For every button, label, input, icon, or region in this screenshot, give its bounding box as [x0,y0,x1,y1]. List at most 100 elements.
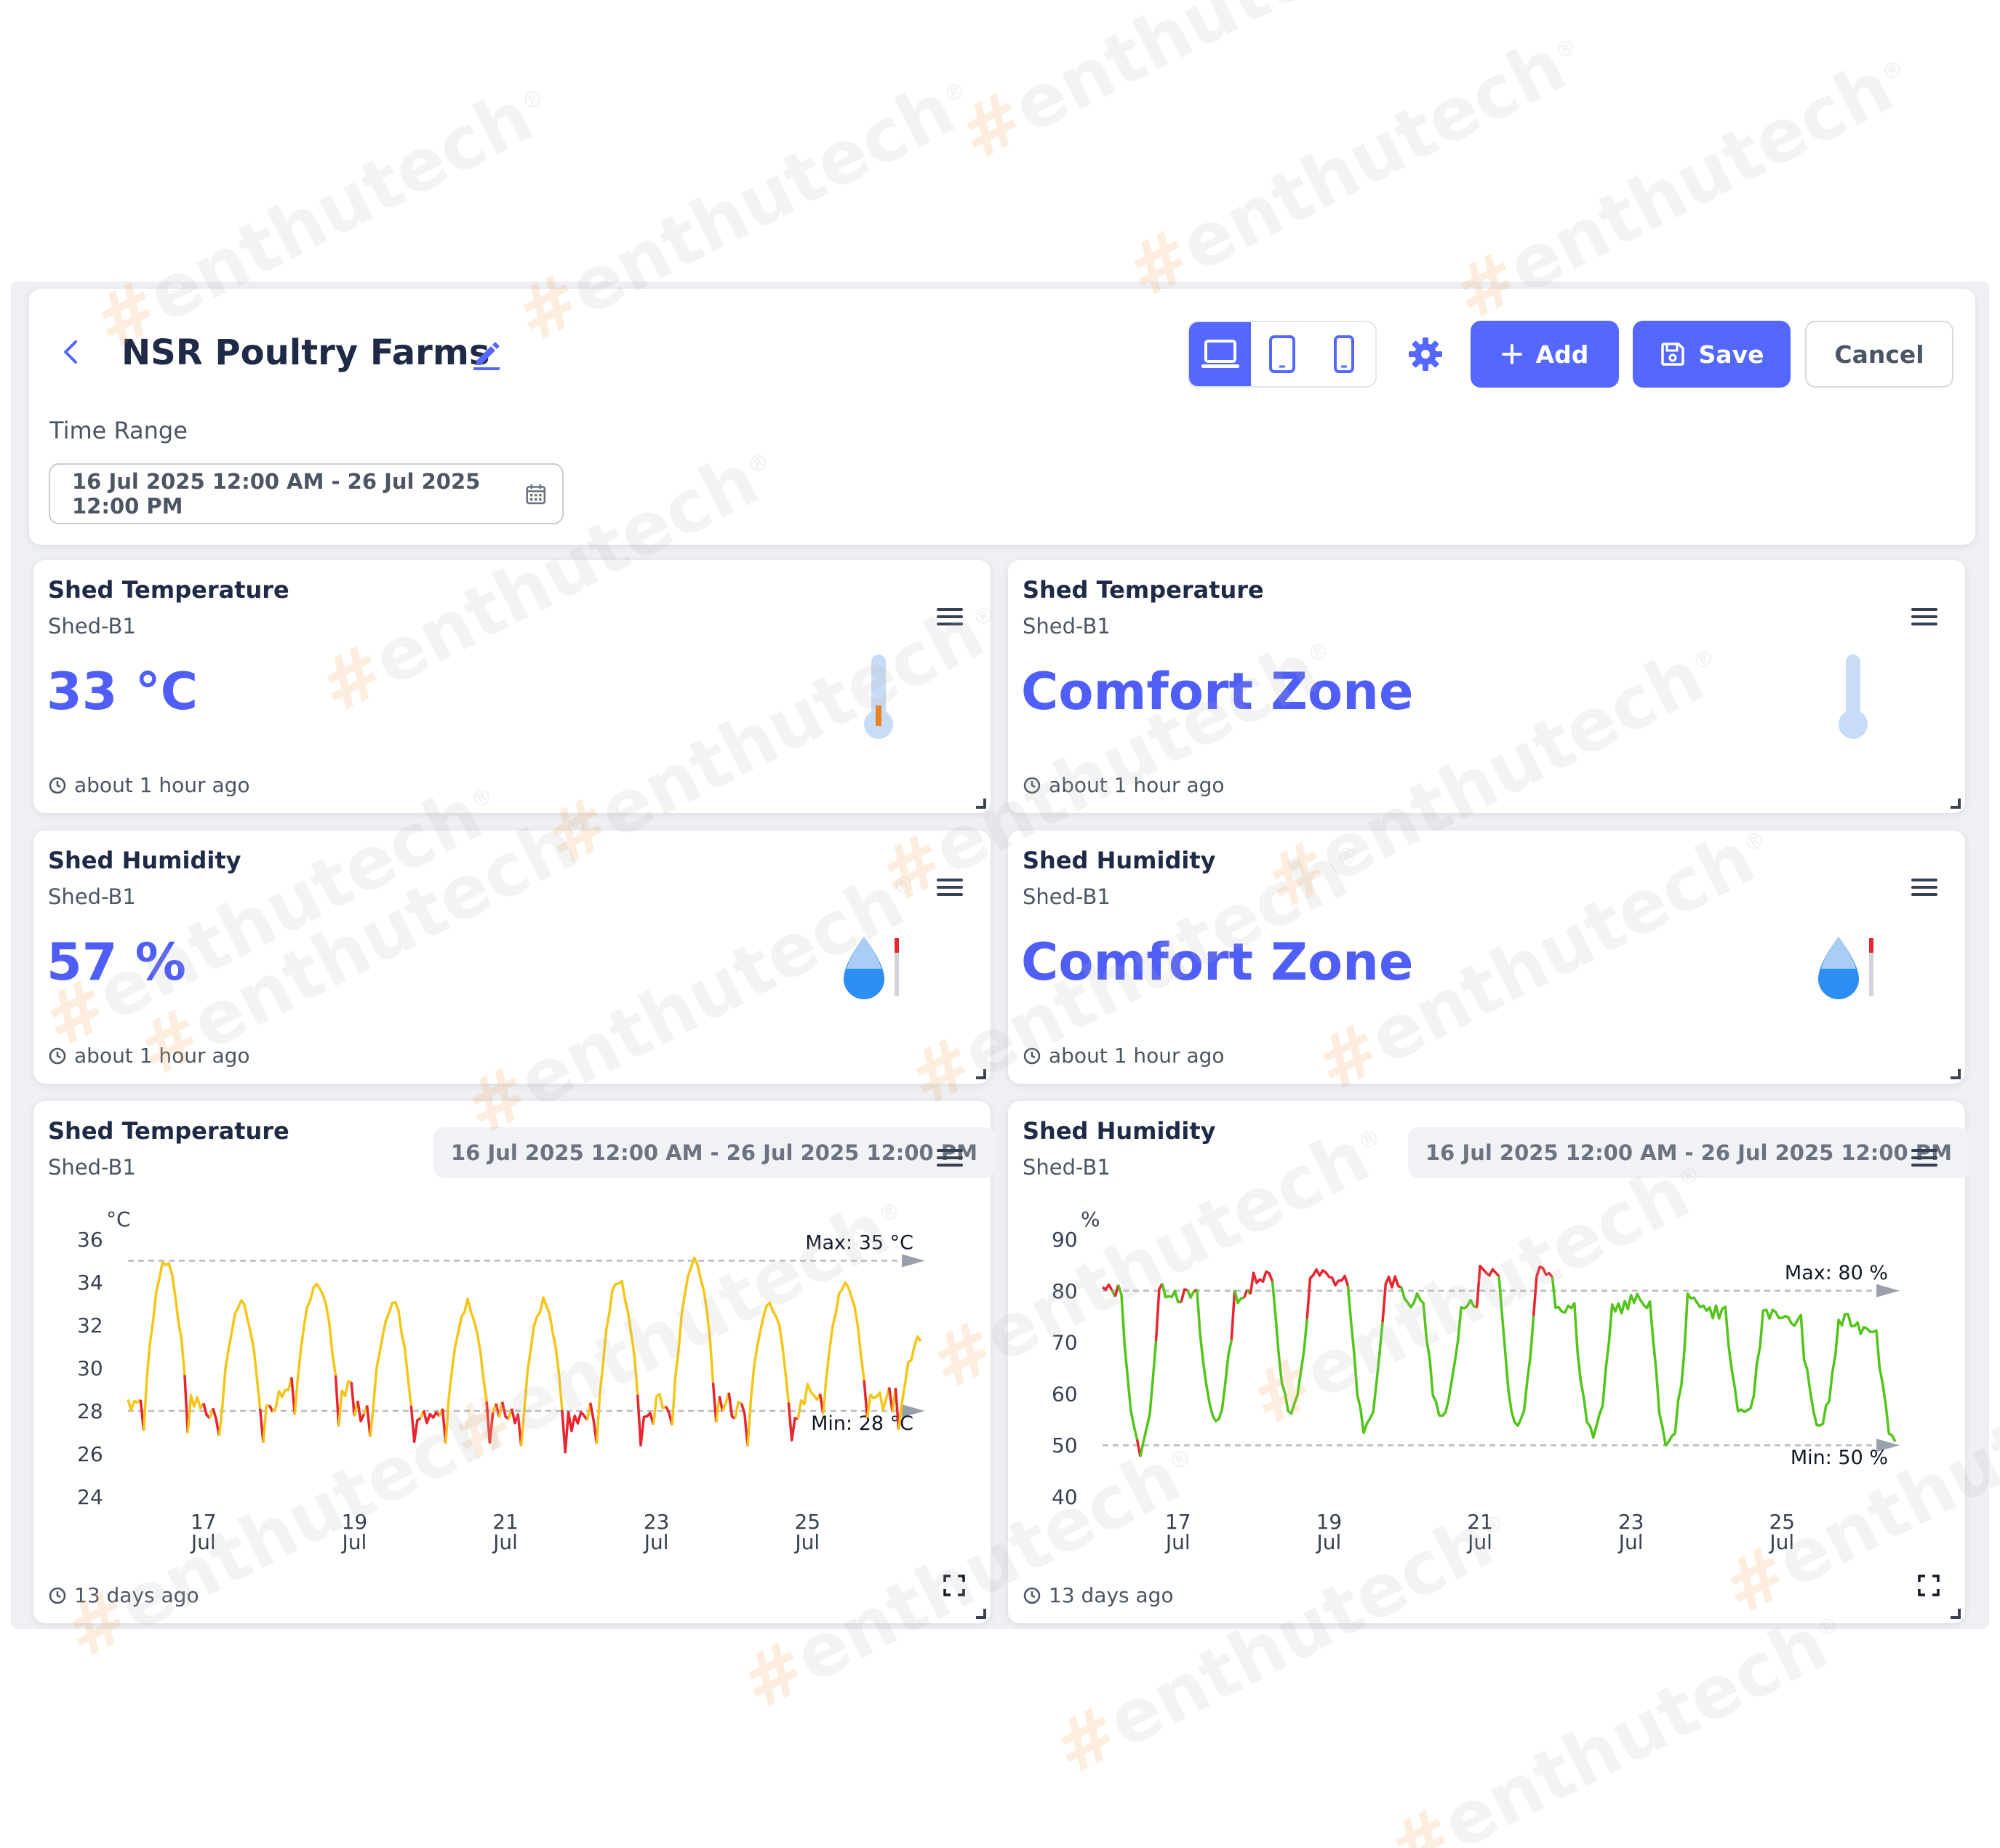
series-line-segment [561,1409,588,1454]
fullscreen-button[interactable] [1917,1574,1943,1600]
time-range-value: 16 Jul 2025 12:00 AM - 26 Jul 2025 12:00… [72,469,481,519]
x-tick-month: Jul [190,1530,216,1554]
min-threshold-label: Min: 50 % [1791,1447,1888,1469]
resize-handle[interactable] [976,799,986,809]
series-line-segment [444,1297,488,1444]
max-threshold-label: Max: 80 % [1785,1262,1888,1284]
series-line-segment [1233,1289,1245,1305]
resize-handle[interactable] [976,1069,986,1079]
series-line-segment [1196,1289,1233,1423]
humidity-chart-widget: Shed Humidity Shed-B1 16 Jul 2025 12:00 … [1008,1101,1969,1623]
hamburger-menu-icon [937,879,963,896]
add-button[interactable]: Add [1471,321,1619,388]
y-tick-label: 60 [1052,1382,1078,1406]
tablet-view-button[interactable] [1251,322,1313,386]
temperature-chart-widget: Shed Temperature Shed-B1 16 Jul 2025 12:… [33,1101,995,1623]
series-line-segment [1230,1289,1236,1340]
y-tick-label: 70 [1052,1331,1078,1355]
widget-updated-text: about 1 hour ago [74,1044,250,1068]
series-line-segment [127,1399,142,1412]
humidity-value-widget: Shed Humidity Shed-B1 57 % about 1 hour … [33,831,991,1084]
chevron-left-icon [64,340,77,364]
series-line-segment [1551,1277,1897,1447]
widget-updated: about 1 hour ago [1023,773,1225,797]
clock-icon [1023,1587,1041,1604]
series-line-segment [595,1279,639,1444]
time-range-picker[interactable]: 16 Jul 2025 12:00 AM - 26 Jul 2025 12:00… [49,463,564,524]
x-tick-month: Jul [492,1530,518,1554]
watermark-text: #enthutech® [945,0,1412,178]
settings-button[interactable] [1402,331,1449,377]
fullscreen-button[interactable] [943,1574,969,1600]
resize-handle[interactable] [976,1609,986,1619]
widget-menu-button[interactable] [1908,873,1940,902]
widget-updated-text: 13 days ago [74,1583,199,1607]
series-line-segment [1497,1276,1535,1427]
series-line-segment [636,1394,655,1447]
back-button[interactable] [51,332,92,372]
mobile-view-button[interactable] [1313,322,1375,386]
widget-updated: about 1 hour ago [48,1044,250,1068]
widget-value: Comfort Zone [1021,932,1414,992]
clock-icon [49,777,66,793]
expand-icon [1918,1575,1940,1596]
widget-value: Comfort Zone [1021,662,1414,721]
widget-menu-button[interactable] [934,602,966,631]
series-line-segment [293,1282,337,1415]
series-line-segment [1139,1340,1158,1457]
resize-handle[interactable] [1951,1069,1961,1079]
series-line-segment [1101,1283,1113,1291]
save-button[interactable]: Save [1633,321,1791,388]
widget-updated-text: about 1 hour ago [1049,773,1225,797]
widget-updated: about 1 hour ago [48,773,250,797]
x-tick-month: Jul [1768,1530,1794,1554]
series-line-segment [1186,1289,1195,1299]
desktop-view-button[interactable] [1189,322,1252,386]
widget-value: 33 °C [47,662,199,721]
widget-updated-text: 13 days ago [1049,1583,1174,1607]
temperature-value-widget: Shed Temperature Shed-B1 33 °C about 1 h… [33,560,991,813]
add-button-label: Add [1535,340,1589,369]
series-line-segment [589,1402,599,1444]
widget-title: Shed Temperature [1023,576,1264,604]
y-axis-unit: % [1081,1207,1100,1231]
widget-updated: about 1 hour ago [1023,1044,1225,1068]
x-tick-month: Jul [341,1530,367,1554]
x-tick-month: Jul [1617,1530,1644,1554]
widget-menu-button[interactable] [934,873,966,902]
edit-title-button[interactable] [471,336,505,371]
y-tick-label: 80 [1052,1279,1078,1303]
cancel-button[interactable]: Cancel [1805,321,1953,388]
x-tick-month: Jul [1466,1530,1492,1554]
time-range-label: Time Range [49,417,188,444]
y-tick-label: 36 [77,1228,103,1252]
y-tick-label: 28 [77,1399,103,1423]
humidity-drop-icon [1818,937,1873,999]
y-tick-label: 90 [1052,1228,1078,1252]
resize-handle[interactable] [1951,1609,1961,1619]
humidity-zone-widget: Shed Humidity Shed-B1 Comfort Zone about… [1008,831,1965,1084]
thermometer-icon [864,655,893,739]
series-line-segment [1400,1287,1478,1417]
series-line-segment [727,1392,736,1420]
y-tick-label: 50 [1052,1433,1078,1457]
widget-title: Shed Humidity [1023,847,1216,874]
clock-icon [49,1047,66,1064]
widget-updated-text: about 1 hour ago [1049,1044,1225,1068]
x-tick-month: Jul [793,1530,820,1554]
clock-icon [49,1587,66,1604]
series-line-segment [142,1260,186,1431]
mobile-icon [1334,335,1355,373]
calendar-icon [526,484,546,505]
y-axis-unit: °C [106,1207,131,1231]
series-line-segment [369,1300,413,1437]
widget-title: Shed Temperature [48,576,289,604]
widget-menu-button[interactable] [1908,602,1940,631]
max-threshold-arrow [902,1254,925,1268]
watermark-text: #enthutech® [1375,1600,1843,1848]
widget-updated-text: about 1 hour ago [74,773,250,797]
resize-handle[interactable] [1951,799,1961,809]
series-line-segment [652,1393,667,1425]
save-button-label: Save [1698,340,1764,369]
series-line-segment [1271,1281,1308,1415]
